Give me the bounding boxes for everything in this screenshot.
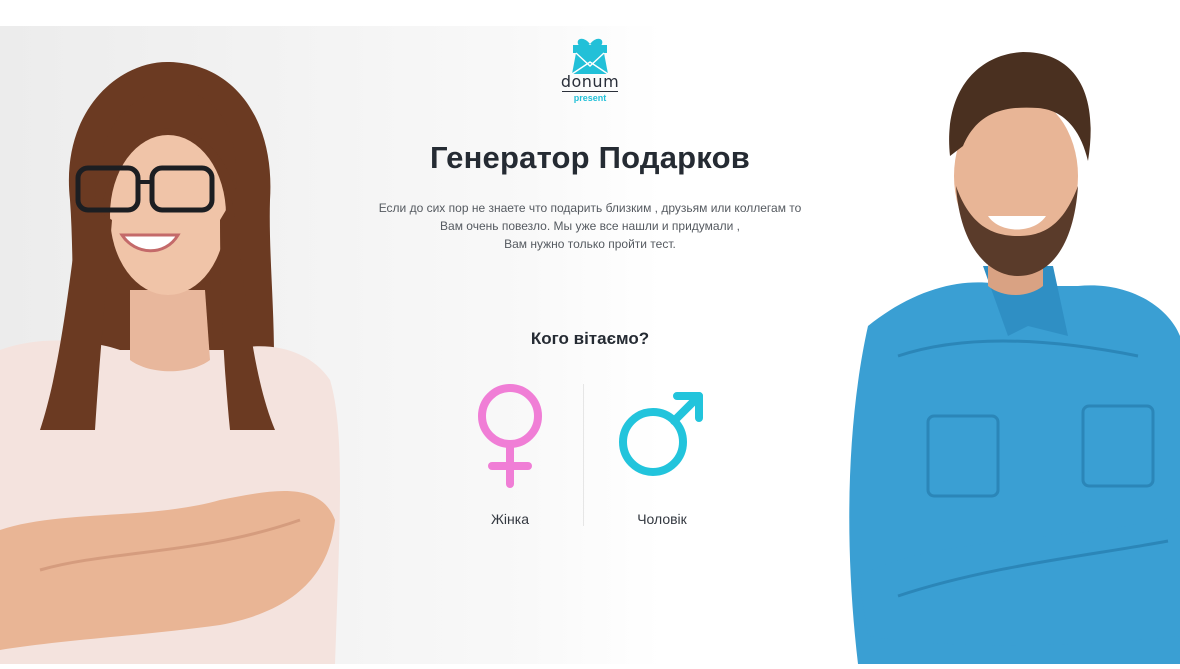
- description-line: Вам нужно только пройти тест.: [504, 237, 676, 251]
- options-divider: [583, 384, 584, 526]
- female-option-button[interactable]: Жінка: [450, 380, 570, 536]
- female-symbol-icon: [478, 384, 542, 488]
- male-option-button[interactable]: Чоловік: [602, 380, 722, 536]
- page-description: Если до сих пор не знаете что подарить б…: [330, 199, 850, 253]
- male-option-label: Чоловік: [637, 511, 687, 527]
- description-line: Вам очень повезло. Мы уже все нашли и пр…: [440, 219, 740, 233]
- female-option-label: Жінка: [491, 511, 529, 527]
- brand-subtitle: present: [573, 93, 607, 103]
- gender-question: Кого вітаємо?: [530, 329, 650, 348]
- male-symbol-icon: [619, 392, 703, 476]
- brand-logo[interactable]: donum present: [556, 36, 624, 114]
- brand-underline: [562, 91, 618, 92]
- description-line: Если до сих пор не знаете что подарить б…: [378, 201, 802, 215]
- brand-name: donum: [560, 72, 620, 91]
- woman-photo: [0, 50, 345, 664]
- man-photo: [838, 36, 1180, 664]
- gift-box-icon: [571, 38, 609, 75]
- page-title: Генератор Подарков: [429, 140, 750, 175]
